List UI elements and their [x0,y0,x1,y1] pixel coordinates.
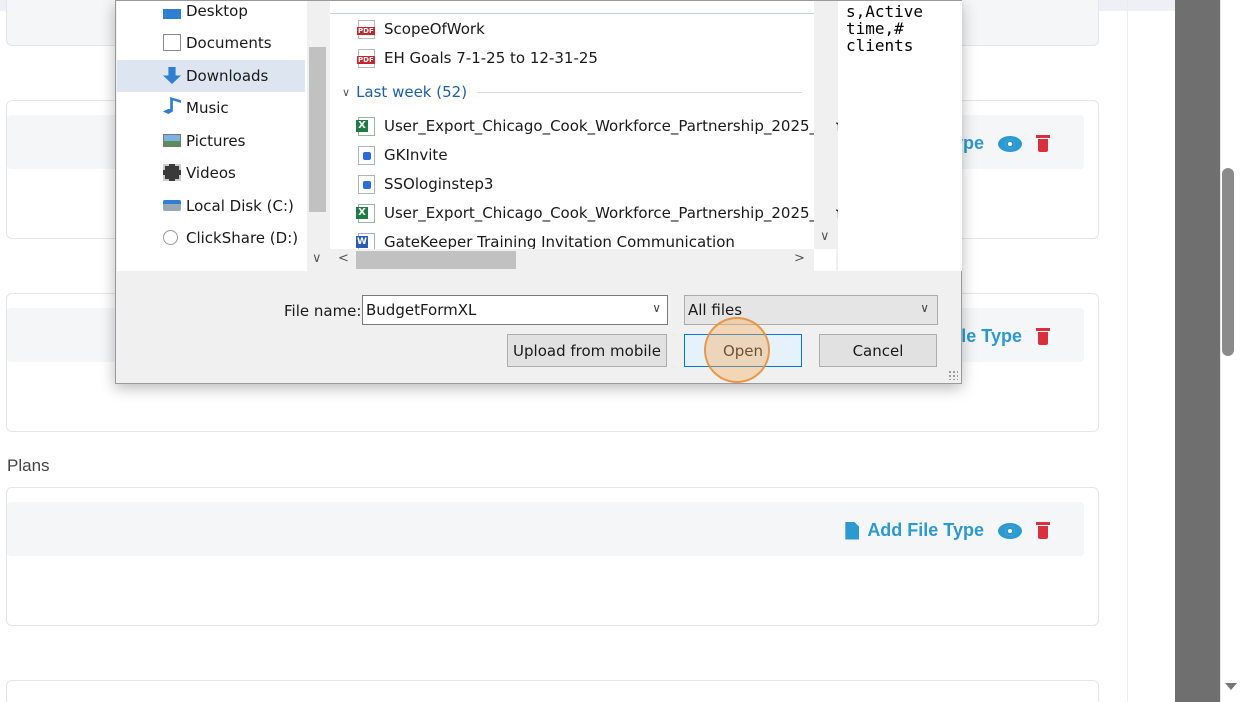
document-icon [358,145,375,165]
nav-pane-scrollbar[interactable]: ∨ [307,1,328,271]
file-list-scrollbar[interactable]: ∨ [814,1,836,249]
nav-item-pictures[interactable]: Pictures [117,125,305,157]
file-icon [845,521,860,540]
nav-item-desktop[interactable]: Desktop [117,0,305,27]
nav-item-label: Pictures [186,132,246,150]
file-name: SSOloginstep3 [384,175,494,193]
group-header-last-week[interactable]: ∨ Last week (52) [342,81,802,103]
nav-item-clickshare[interactable]: ClickShare (D:) [117,222,305,254]
music-icon [163,97,181,114]
file-list-hscrollbar-thumb[interactable] [356,251,516,269]
row-actions-1: ype [953,133,1050,154]
file-name-label: File name: [284,302,362,320]
nav-item-downloads[interactable]: Downloads [117,60,305,92]
file-type-row-3: Add File Type [7,502,1084,556]
chevron-down-icon[interactable]: ∨ [820,229,830,244]
file-row[interactable]: ScopeOfWork [357,16,485,42]
scroll-down-arrow-icon[interactable] [1225,683,1237,690]
clickshare-drive-icon [163,230,178,245]
chevron-down-icon: ∨ [342,85,351,99]
resize-grip[interactable] [948,370,958,380]
file-name: User_Export_Chicago_Cook_Workforce_Partn… [384,204,841,222]
nav-item-label: Music [186,99,229,117]
chevron-down-icon: ∨ [920,301,929,315]
file-name-value: BudgetFormXL [366,301,477,319]
file-name: EH Goals 7-1-25 to 12-31-25 [384,49,598,67]
file-row[interactable]: GKInvite [358,142,448,168]
nav-pane-scrollbar-thumb[interactable] [309,47,326,212]
add-file-type-label: Add File Type [867,520,984,540]
page-divider [1127,0,1128,702]
desktop-icon [163,9,181,19]
file-list-pane: ScopeOfWork EH Goals 7-1-25 to 12-31-25 … [330,1,840,271]
group-divider [477,91,802,93]
file-type-card-3: Add File Type [6,487,1099,626]
file-name: User_Export_Chicago_Cook_Workforce_Partn… [384,117,841,135]
documents-icon [163,34,181,51]
downloads-icon [163,67,181,84]
row-actions-2: ile Type [956,326,1050,347]
file-list-hscrollbar[interactable]: < > [330,249,814,271]
eye-icon[interactable] [998,522,1022,539]
side-panel [1175,0,1220,702]
file-row[interactable]: SSOloginstep3 [358,171,493,197]
file-name: ScopeOfWork [384,20,485,38]
trash-icon[interactable] [1036,328,1050,345]
nav-item-label: Documents [186,34,272,52]
nav-item-label: Desktop [186,2,248,20]
nav-item-label: Local Disk (C:) [186,197,294,215]
excel-icon [356,203,375,223]
add-file-type-link[interactable]: Add File Type [845,520,984,541]
trash-icon[interactable] [1036,522,1050,539]
page-scrollbar-thumb[interactable] [1222,168,1234,356]
nav-item-label: ClickShare (D:) [186,229,299,247]
document-icon [358,174,375,194]
section-heading: Plans [7,456,50,475]
nav-item-music[interactable]: Music [117,92,305,124]
trash-icon[interactable] [1036,135,1050,152]
file-name-input[interactable]: BudgetFormXL ∨ [362,295,668,325]
eye-icon[interactable] [998,135,1022,152]
row-actions-3: Add File Type [845,520,1050,541]
cancel-button[interactable]: Cancel [819,334,937,367]
nav-item-videos[interactable]: Videos [117,157,305,189]
file-row[interactable]: User_Export_Chicago_Cook_Workforce_Partn… [356,113,841,139]
videos-icon [163,164,181,181]
nav-item-label: Videos [186,164,236,182]
nav-item-label: Downloads [186,67,269,85]
click-indicator [704,317,770,383]
file-type-card-4 [6,680,1099,702]
chevron-left-icon[interactable]: < [338,251,349,266]
chevron-right-icon[interactable]: > [794,251,805,266]
preview-pane: s,Active time,# clients [838,1,962,271]
file-row[interactable]: User_Export_Chicago_Cook_Workforce_Partn… [356,200,841,226]
add-file-type-link[interactable]: ile Type [956,326,1022,347]
add-file-type-label: ile Type [956,326,1022,346]
chevron-down-icon[interactable]: ∨ [312,251,322,266]
file-open-dialog: Desktop Documents Downloads Music Pictur… [115,0,962,384]
nav-item-documents[interactable]: Documents [117,27,305,59]
navigation-pane: Desktop Documents Downloads Music Pictur… [117,1,328,271]
chevron-down-icon[interactable]: ∨ [652,301,661,315]
file-row[interactable]: EH Goals 7-1-25 to 12-31-25 [357,45,598,71]
group-header-label: Last week (52) [356,83,468,101]
pictures-icon [163,134,181,147]
file-name: GKInvite [384,146,448,164]
drive-icon [163,200,181,211]
excel-icon [356,116,375,136]
pdf-icon [357,48,375,68]
upload-from-mobile-button[interactable]: Upload from mobile [507,334,667,367]
pdf-icon [357,19,375,39]
selection-edge [330,13,814,14]
nav-item-local-disk[interactable]: Local Disk (C:) [117,190,305,222]
